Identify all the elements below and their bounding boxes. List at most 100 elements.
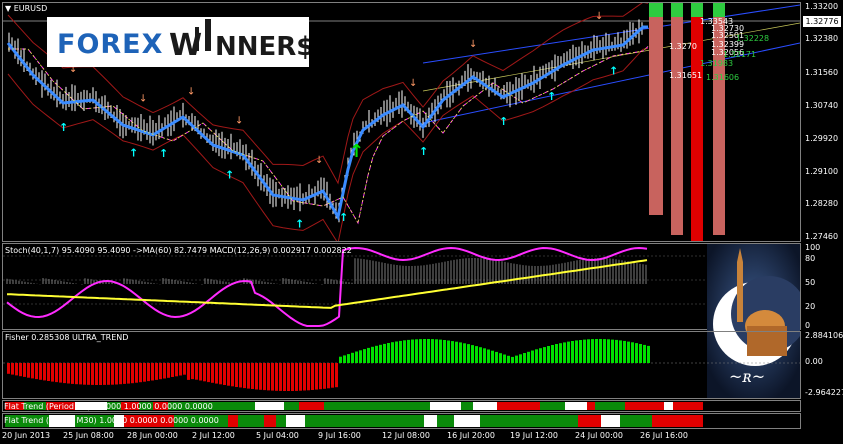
stoch-tick: 80 — [805, 254, 816, 263]
signal-column-top — [671, 3, 683, 17]
trend-segment — [380, 402, 414, 410]
stoch-pane[interactable] — [2, 243, 801, 330]
fisher-bar — [371, 346, 374, 363]
fisher-bar — [639, 344, 642, 363]
time-tick: 5 Jul 04:00 — [256, 431, 299, 440]
fisher-bar — [563, 342, 566, 363]
fisher-bar — [607, 339, 610, 363]
fisher-bar — [459, 342, 462, 363]
fisher-bar — [455, 341, 458, 363]
trend-segment — [430, 402, 461, 410]
fisher-bar — [167, 363, 170, 378]
fisher-bar — [575, 340, 578, 363]
down-arrow-icon: ↓ — [469, 39, 477, 50]
trend-segment — [578, 415, 601, 427]
trend-segment — [540, 402, 565, 410]
triangle-down-icon: ▼ — [5, 4, 12, 13]
fisher-bar — [591, 339, 594, 363]
up-arrow-icon: ↑ — [59, 121, 68, 134]
fisher-bar — [427, 339, 430, 363]
time-tick: 2 Jul 12:00 — [192, 431, 235, 440]
price-tick: 1.33200 — [805, 2, 839, 11]
trend-segment — [461, 402, 473, 410]
fisher-bar — [611, 339, 614, 363]
fisher-bar — [599, 339, 602, 363]
flat-trend-m30-header: Flat Trend (Period M30) 1.0000 0.0000 0.… — [4, 416, 219, 425]
fisher-bar — [327, 363, 330, 389]
level-label: 1.31651 — [669, 71, 703, 80]
fisher-bar — [419, 339, 422, 363]
fisher-bar — [483, 348, 486, 363]
fisher-bar — [415, 339, 418, 363]
fisher-bar — [423, 339, 426, 363]
fisher-bar — [503, 354, 506, 363]
fisher-bar — [243, 363, 246, 389]
trend-segment — [565, 402, 587, 410]
fisher-bar — [471, 345, 474, 363]
trend-segment — [437, 415, 454, 427]
fisher-bar — [183, 363, 186, 375]
logo-candle-icon — [205, 19, 211, 51]
fisher-bar — [315, 363, 318, 390]
fisher-bar — [259, 363, 262, 390]
fisher-bar — [479, 347, 482, 363]
fisher-bar — [11, 363, 14, 375]
fisher-bar — [19, 363, 22, 377]
fisher-tick: 0.00 — [805, 357, 823, 366]
fisher-bar — [35, 363, 38, 380]
stoch-tick: 20 — [805, 302, 816, 311]
fisher-bar — [391, 342, 394, 363]
down-arrow-icon: ↓ — [409, 78, 417, 89]
fisher-bar — [583, 339, 586, 363]
fisher-bar — [647, 345, 650, 363]
fisher-bar — [603, 339, 606, 363]
trend-segment — [228, 415, 238, 427]
down-arrow-icon: ↓ — [235, 116, 243, 127]
trend-segment — [631, 415, 652, 427]
fisher-bar — [143, 363, 146, 382]
trend-segment — [454, 415, 480, 427]
fisher-bar — [319, 363, 322, 390]
trend-segment — [625, 402, 632, 410]
fisher-bar — [59, 363, 62, 383]
trend-segment — [682, 415, 703, 427]
up-arrow-icon: ↑ — [295, 217, 304, 230]
fisher-bar — [255, 363, 258, 390]
fisher-bar — [87, 363, 90, 385]
fisher-bar — [123, 363, 126, 384]
logo-text-nners: NNER$ — [215, 32, 309, 62]
fisher-bar — [135, 363, 138, 383]
fisher-bar — [323, 363, 326, 389]
fisher-bar — [467, 344, 470, 363]
trend-segment — [595, 402, 625, 410]
fisher-bar — [215, 363, 218, 384]
symbol-label: ▼ EURUSD — [5, 4, 48, 13]
fisher-bar — [247, 363, 250, 389]
trend-segment — [528, 415, 559, 427]
fisher-bar — [311, 363, 314, 390]
fisher-bar — [431, 339, 434, 363]
fisher-bar — [299, 363, 302, 391]
fisher-bar — [623, 340, 626, 363]
fisher-bar — [443, 340, 446, 363]
time-tick: 26 Jul 16:00 — [640, 431, 688, 440]
fisher-bar — [251, 363, 254, 389]
price-tick: 1.27460 — [805, 232, 839, 241]
level-label-green: 1.32171 — [723, 50, 757, 59]
stoch-line — [6, 246, 648, 327]
fisher-bar — [343, 355, 346, 363]
current-price-box: 1.32776 — [803, 16, 841, 27]
trend-segment — [480, 415, 493, 427]
trend-segment — [400, 415, 424, 427]
fisher-bar — [367, 347, 370, 363]
fisher-bar — [395, 341, 398, 363]
fisher-bar — [627, 341, 630, 363]
fisher-bar — [555, 344, 558, 363]
trend-segment — [424, 415, 437, 427]
time-tick: 9 Jul 16:00 — [318, 431, 361, 440]
fisher-tick: -2.964227 — [805, 388, 843, 397]
fisher-bar — [383, 343, 386, 363]
fisher-bar — [151, 363, 154, 381]
trend-segment — [264, 415, 276, 427]
fisher-bar — [519, 354, 522, 363]
